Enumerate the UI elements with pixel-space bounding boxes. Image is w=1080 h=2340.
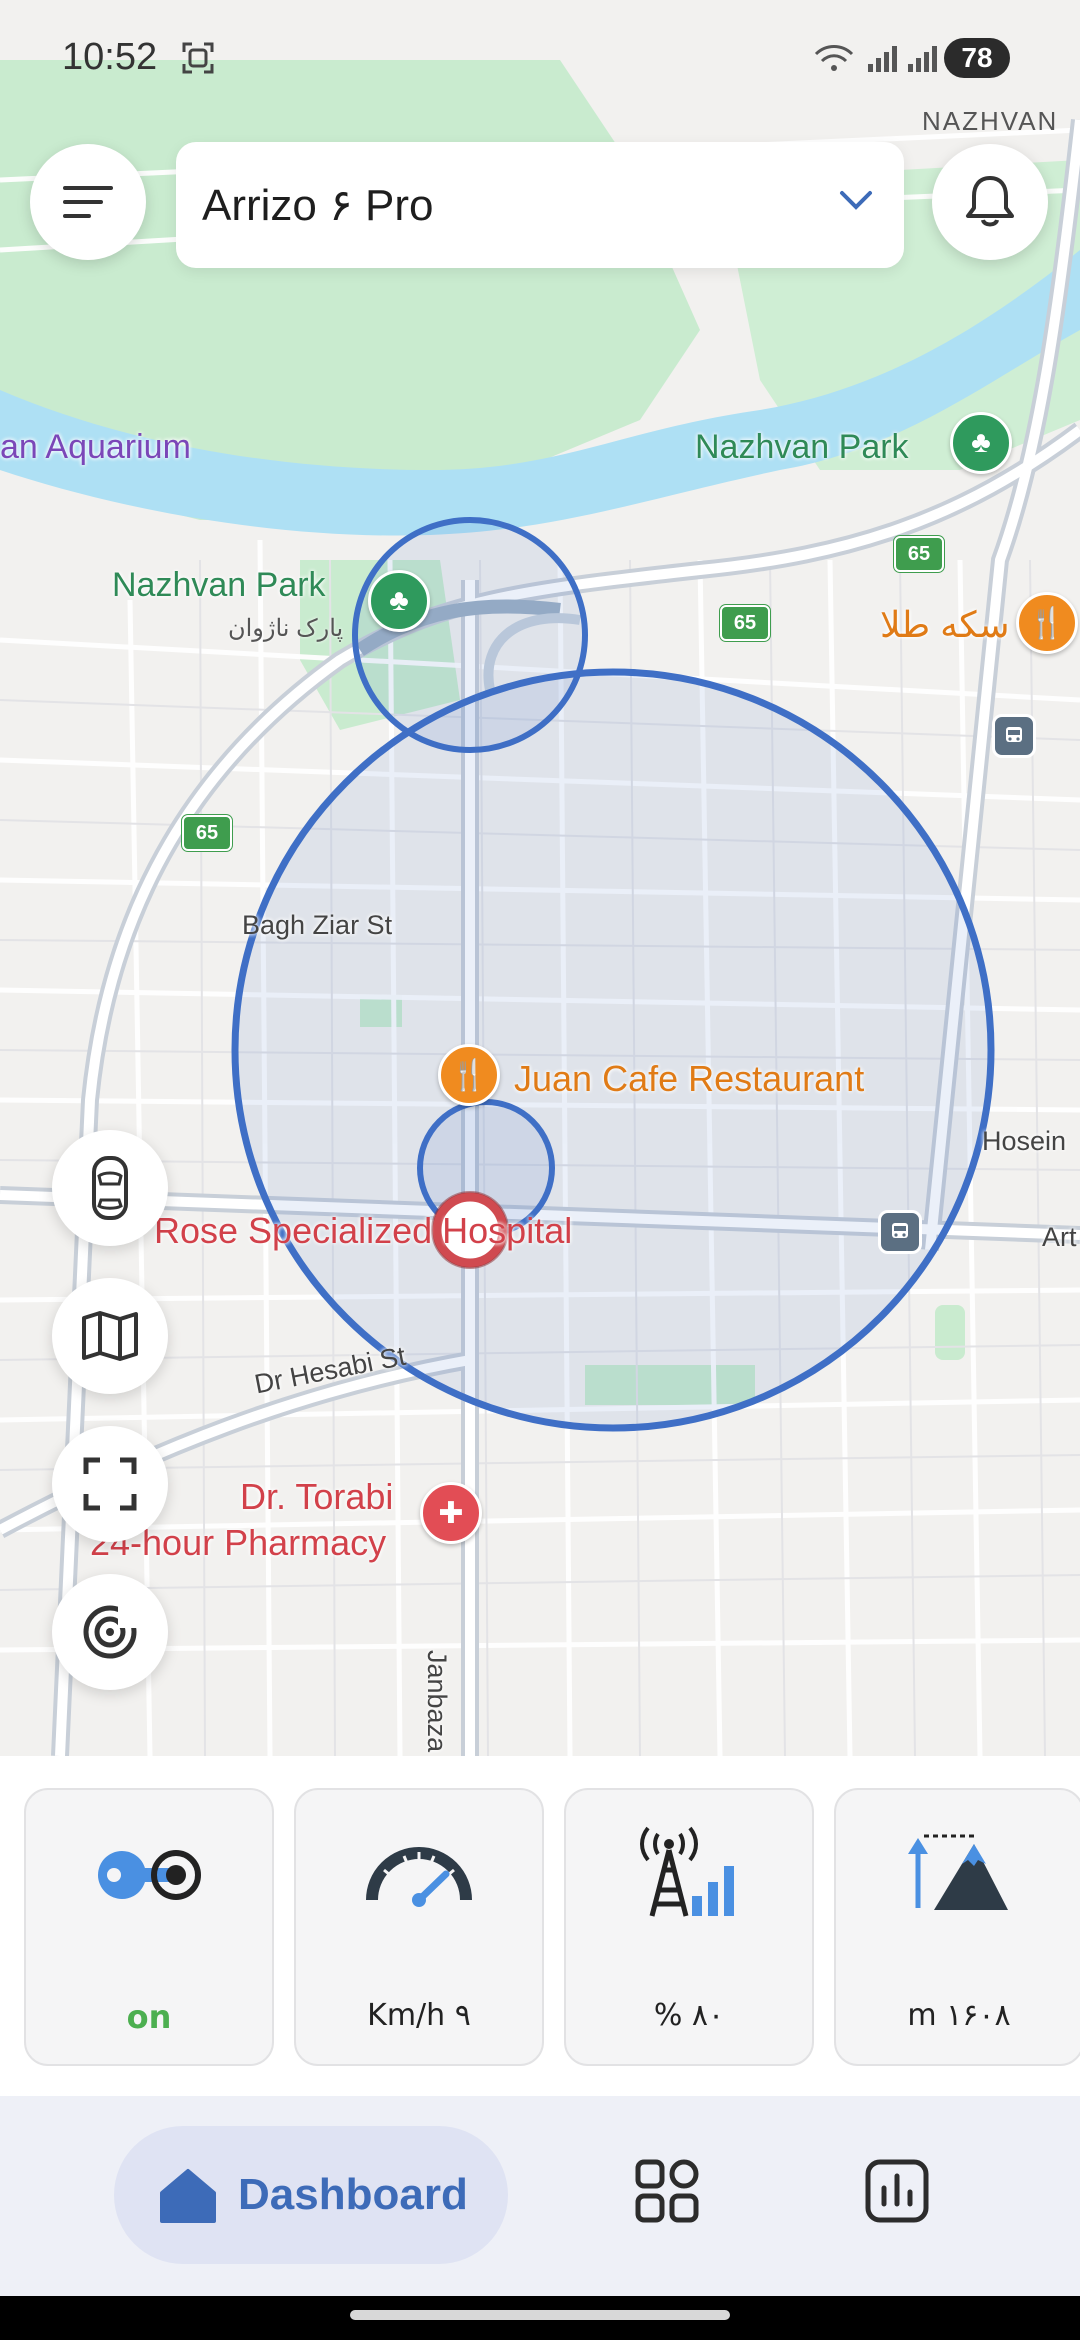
target-icon — [83, 1605, 138, 1659]
ignition-value: on — [126, 1998, 172, 2036]
chart-icon[interactable] — [862, 2156, 932, 2226]
map-label-juan-cafe[interactable]: Juan Cafe Restaurant — [514, 1058, 864, 1100]
status-bar: 10:52 78 — [0, 0, 1080, 110]
recenter-button[interactable] — [52, 1574, 168, 1690]
map-icon — [82, 1311, 138, 1361]
menu-button[interactable] — [30, 144, 146, 260]
wifi-icon — [814, 45, 937, 72]
key-icon — [98, 1850, 201, 1900]
pharmacy-pin-icon[interactable]: ✚ — [420, 1482, 482, 1544]
road-shield: 65 — [894, 536, 944, 572]
bus-stop-icon[interactable] — [992, 714, 1036, 758]
screenshot-icon — [182, 42, 214, 74]
gesture-bar — [0, 2296, 1080, 2340]
stats-panel: on Km/h ۹ % ۸۰ m ۱۶۰۸ — [0, 1756, 1080, 2096]
bell-icon — [966, 176, 1014, 227]
restaurant-pin-icon[interactable]: 🍴 — [1016, 592, 1078, 654]
signal-tower-icon — [640, 1826, 734, 1917]
apps-grid-icon[interactable] — [632, 2156, 702, 2226]
map-label-street: Art — [1042, 1222, 1077, 1252]
gesture-handle[interactable] — [350, 2310, 730, 2320]
nav-dashboard-label: Dashboard — [238, 2170, 468, 2219]
battery-indicator: 78 — [944, 38, 1010, 78]
map-label-park-fa: پارک ناژوان — [228, 615, 344, 642]
car-view-button[interactable] — [52, 1130, 168, 1246]
map-label-region: NAZHVAN — [922, 106, 1059, 136]
map-label-park[interactable]: Nazhvan Park — [695, 428, 909, 467]
bus-stop-icon[interactable] — [878, 1210, 922, 1254]
map-label-aquarium[interactable]: an Aquarium — [0, 428, 191, 467]
altitude-value: m ۱۶۰۸ — [907, 1998, 1011, 2033]
hamburger-menu-icon — [63, 186, 113, 218]
nav-dashboard[interactable]: Dashboard — [114, 2126, 508, 2264]
chevron-down-icon — [840, 191, 872, 210]
map-label-street: Bagh Ziar St — [242, 910, 393, 940]
home-icon — [160, 2169, 216, 2223]
speed-value: Km/h ۹ — [367, 1998, 471, 2033]
altitude-card[interactable]: m ۱۶۰۸ — [834, 1788, 1080, 2066]
status-time: 10:52 — [62, 36, 158, 78]
vehicle-name: Arrizo ۶ Pro — [202, 180, 434, 230]
restaurant-pin-icon[interactable]: 🍴 — [438, 1044, 500, 1106]
road-shield: 65 — [182, 815, 232, 851]
signal-card[interactable]: % ۸۰ — [564, 1788, 814, 2066]
bottom-navigation: Dashboard — [0, 2096, 1080, 2296]
map-layers-button[interactable] — [52, 1278, 168, 1394]
road-shield: 65 — [720, 605, 770, 641]
map-label-street: Hosein — [982, 1126, 1067, 1156]
park-pin-icon[interactable]: ♣ — [950, 412, 1012, 474]
fullscreen-button[interactable] — [52, 1426, 168, 1542]
signal-value: % ۸۰ — [653, 1998, 725, 2033]
map-label-park[interactable]: Nazhvan Park — [112, 566, 326, 605]
speed-card[interactable]: Km/h ۹ — [294, 1788, 544, 2066]
map-label-pharmacy[interactable]: Dr. Torabi — [240, 1476, 393, 1518]
car-top-view-icon — [92, 1156, 128, 1220]
notifications-button[interactable] — [932, 144, 1048, 260]
map-label-hospital[interactable]: Rose Specialized Hospital — [154, 1210, 572, 1252]
speedometer-icon — [366, 1847, 472, 1907]
map-label-sekke[interactable]: سکه طلا — [880, 604, 1009, 646]
fullscreen-icon — [83, 1457, 137, 1511]
ignition-card[interactable]: on — [24, 1788, 274, 2066]
vehicle-selector[interactable]: Arrizo ۶ Pro — [176, 142, 904, 268]
park-pin-icon[interactable]: ♣ — [368, 570, 430, 632]
map-label-street: Janbaza — [422, 1650, 452, 1753]
mountain-altitude-icon — [908, 1834, 1008, 1910]
